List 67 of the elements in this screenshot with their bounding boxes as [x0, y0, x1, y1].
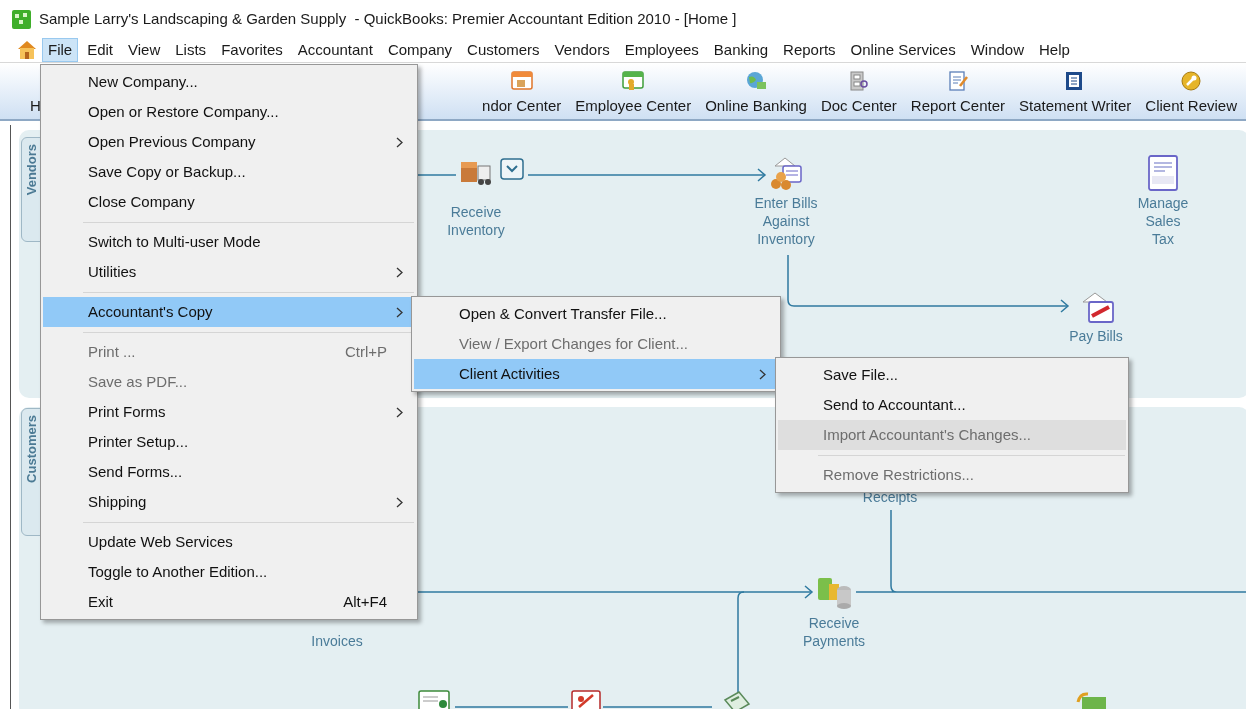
- shortcut-label: Ctrl+P: [344, 341, 388, 362]
- workflow-label[interactable]: Pay Bills: [1051, 327, 1141, 345]
- menu-item[interactable]: Vendors: [548, 38, 616, 62]
- connector-line: [417, 174, 457, 176]
- menu-item[interactable]: Open Previous Company: [43, 127, 415, 157]
- bill-icon: [769, 156, 803, 192]
- workflow-label[interactable]: Invoices: [292, 632, 382, 650]
- menu-item[interactable]: Reports: [777, 38, 842, 62]
- menu-item[interactable]: Exit Alt+F4: [43, 587, 415, 617]
- window-title: Sample Larry's Landscaping & Garden Supply - QuickBooks: Premier Accountant Edition 2010 - [Home ]: [39, 8, 737, 29]
- workflow-label[interactable]: Enter Bills Against Inventory: [746, 194, 826, 248]
- menu-item[interactable]: New Company...: [43, 67, 415, 97]
- toolbar-button[interactable]: Statement Writer: [1019, 97, 1132, 115]
- menu-item[interactable]: Banking: [707, 38, 775, 62]
- calculator-icon: [721, 690, 751, 709]
- menu-item[interactable]: Printer Setup...: [43, 427, 415, 457]
- dropdown-icon[interactable]: [500, 158, 524, 180]
- menu-item[interactable]: Help: [1033, 38, 1076, 62]
- house-icon[interactable]: [16, 40, 38, 60]
- globe-icon: [745, 71, 768, 91]
- menu-item[interactable]: Window: [964, 38, 1030, 62]
- menu-item[interactable]: Save File...: [778, 360, 1126, 390]
- side-tab[interactable]: Customers: [21, 408, 42, 536]
- toolbar-button[interactable]: Employee Center: [575, 97, 692, 115]
- workflow-label[interactable]: Receive Payments: [789, 614, 879, 650]
- menu-item[interactable]: Favorites: [215, 38, 289, 62]
- menu-item[interactable]: Employees: [618, 38, 705, 62]
- menu-item[interactable]: Close Company: [43, 187, 415, 217]
- menu-item[interactable]: Switch to Multi-user Mode: [43, 227, 415, 257]
- menu-item[interactable]: Send to Accountant...: [778, 390, 1126, 420]
- workflow-label[interactable]: Manage Sales Tax: [1134, 194, 1192, 248]
- menu-item[interactable]: Client Activities: [414, 359, 778, 389]
- toolbar-button[interactable]: Client Review: [1145, 97, 1237, 115]
- toolbar-button[interactable]: Doc Center: [820, 97, 897, 115]
- document-icon: [418, 690, 450, 709]
- menu-item[interactable]: Open & Convert Transfer File...: [414, 299, 778, 329]
- tax-form-icon: [1147, 155, 1179, 191]
- menu-item[interactable]: Utilities: [43, 257, 415, 287]
- menu-item[interactable]: Online Services: [844, 38, 962, 62]
- app-logo-icon: [12, 9, 31, 29]
- menu-item[interactable]: Update Web Services: [43, 527, 415, 557]
- id-card-icon: [622, 71, 645, 91]
- menu-item[interactable]: Send Forms...: [43, 457, 415, 487]
- toolbar-button[interactable]: H: [30, 97, 41, 115]
- file-cabinet-icon: [847, 71, 870, 91]
- menu-item[interactable]: Print Forms: [43, 397, 415, 427]
- package-icon: [510, 71, 533, 91]
- percent-icon: [571, 690, 601, 709]
- menu-item[interactable]: Lists: [169, 38, 213, 62]
- wrench-icon: [1180, 71, 1203, 91]
- toolbar-button[interactable]: Online Banking: [705, 97, 807, 115]
- menu-item[interactable]: Accountant: [291, 38, 379, 62]
- shortcut-label: Alt+F4: [343, 591, 388, 612]
- menu-item[interactable]: Save Copy or Backup...: [43, 157, 415, 187]
- menu-item[interactable]: File: [42, 38, 79, 62]
- toolbar-button[interactable]: ndor Center: [482, 97, 562, 115]
- menu-item[interactable]: Toggle to Another Edition...: [43, 557, 415, 587]
- menu-item[interactable]: Open or Restore Company...: [43, 97, 415, 127]
- menu-item[interactable]: Company: [381, 38, 459, 62]
- cash-refund-icon: [1074, 690, 1108, 709]
- workflow-label[interactable]: Receive Inventory: [431, 203, 521, 239]
- menu-item[interactable]: View: [122, 38, 167, 62]
- toolbar-button[interactable]: Report Center: [910, 97, 1006, 115]
- menu-item[interactable]: Customers: [461, 38, 546, 62]
- menu-item[interactable]: Edit: [81, 38, 120, 62]
- report-icon: [946, 71, 969, 91]
- menu-item[interactable]: Shipping: [43, 487, 415, 517]
